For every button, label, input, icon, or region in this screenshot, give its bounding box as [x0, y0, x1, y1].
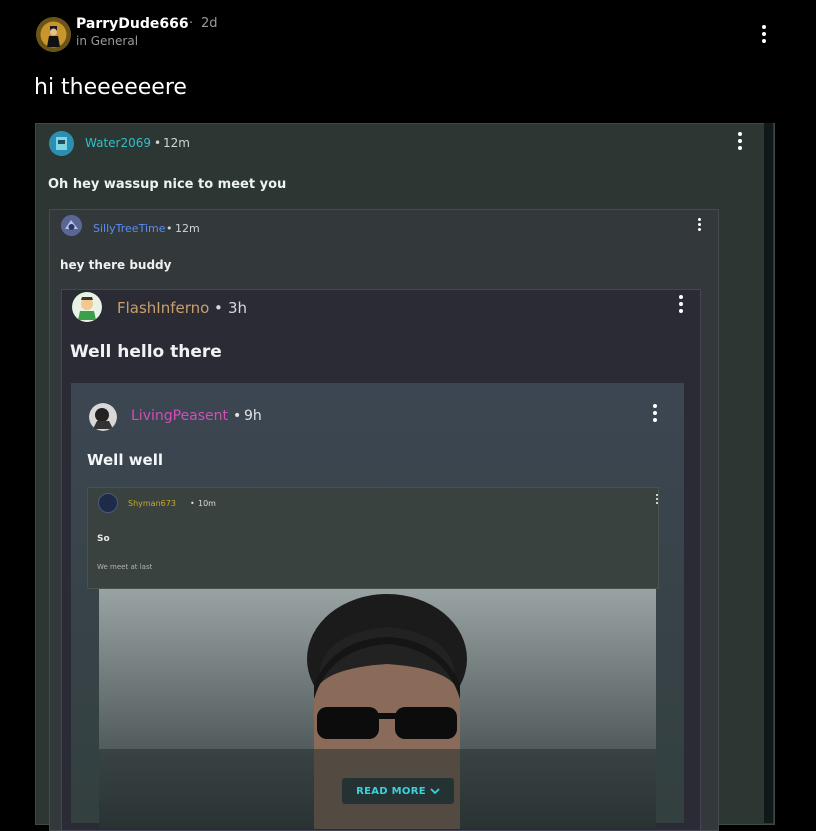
author-avatar[interactable] — [36, 17, 71, 52]
comment-2-separator: • — [166, 222, 173, 235]
comment-1-author: Water2069 — [85, 136, 152, 150]
comment-1-separator: • — [154, 136, 162, 150]
comment-5-text: So — [97, 534, 110, 544]
post-separator: · — [189, 16, 194, 31]
comment-5-separator: • — [190, 499, 195, 508]
comment-2-text: hey there buddy — [60, 258, 172, 272]
comment-5-author: Shyman673 — [128, 499, 176, 508]
read-more-label: READ MORE — [356, 785, 426, 797]
comment-1-text: Oh hey wassup nice to meet you — [48, 177, 287, 192]
comment-2-avatar — [61, 215, 82, 236]
comment-3-text: Well hello there — [70, 342, 222, 362]
comment-3-timestamp: 3h — [228, 299, 248, 317]
comment-4-more-icon — [652, 404, 658, 422]
comment-1-avatar — [49, 131, 74, 156]
screenshot-edge-strip — [764, 123, 773, 823]
comment-3-separator: • — [214, 299, 223, 317]
comment-2-avatar-image — [61, 215, 82, 236]
comment-5-timestamp: 10m — [198, 499, 216, 508]
comment-5-subtext: We meet at last — [97, 563, 153, 571]
comment-5-more-icon — [654, 494, 660, 504]
comment-4-avatar — [89, 403, 117, 431]
comment-2-author: SillyTreeTime — [93, 222, 166, 235]
post-timestamp: 2d — [201, 16, 218, 31]
author-avatar-image — [36, 17, 71, 52]
comment-1-more-icon — [737, 132, 743, 150]
comment-4-text: Well well — [87, 451, 164, 469]
comment-3-avatar-image — [72, 292, 102, 322]
comment-1-timestamp: 12m — [163, 136, 190, 150]
comment-4-author: LivingPeasent — [131, 408, 229, 424]
comment-3-author: FlashInferno — [117, 299, 210, 317]
comment-2-timestamp: 12m — [175, 222, 200, 235]
comment-4-timestamp: 9h — [244, 408, 262, 424]
post-author-name[interactable]: ParryDude666 — [76, 16, 189, 32]
comment-4-avatar-image — [89, 403, 117, 431]
comment-1-avatar-image — [49, 131, 74, 156]
read-more-button[interactable]: READ MORE — [342, 778, 454, 804]
post-community[interactable]: in General — [76, 34, 138, 48]
comment-3-more-icon — [678, 295, 684, 313]
comment-2-more-icon — [696, 218, 702, 231]
comment-4-separator: • — [233, 408, 242, 424]
chevron-down-icon — [430, 787, 440, 794]
post-body-text: hi theeeeeere — [34, 75, 187, 100]
post-more-menu-icon[interactable] — [761, 25, 767, 43]
comment-5-avatar — [98, 493, 118, 513]
comment-3-avatar — [72, 292, 102, 322]
